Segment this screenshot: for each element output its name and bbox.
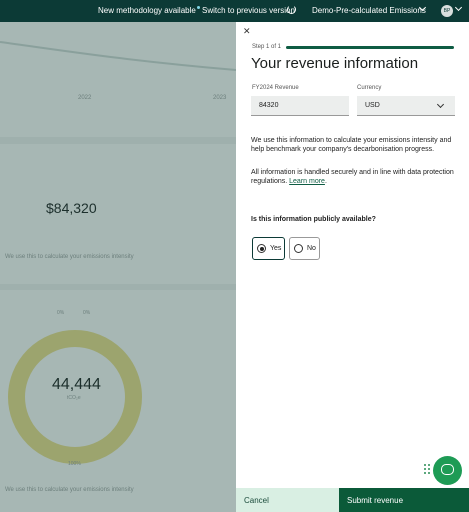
currency-select[interactable]: USD bbox=[357, 96, 455, 116]
radio-unselected-icon bbox=[294, 244, 303, 253]
emissions-donut-card: 0% 0% 44,444 tCO₂e 100% We use this to c… bbox=[0, 290, 236, 512]
notification-dot-icon bbox=[196, 6, 200, 9]
donut-unit: tCO₂e bbox=[67, 395, 81, 401]
new-methodology-link[interactable]: New methodology available bbox=[98, 6, 200, 15]
radio-selected-icon bbox=[257, 244, 266, 253]
chat-button[interactable] bbox=[433, 456, 462, 485]
avatar[interactable]: BP bbox=[441, 5, 453, 17]
year-label: 2022 bbox=[78, 95, 92, 101]
progress-bar bbox=[286, 46, 454, 49]
revenue-drawer: ✕ Step 1 of 1 Your revenue information F… bbox=[236, 22, 469, 512]
donut-label: 0% bbox=[57, 310, 65, 316]
currency-field-label: Currency bbox=[357, 85, 382, 91]
year-label: 2023 bbox=[213, 95, 227, 101]
step-indicator: Step 1 of 1 bbox=[252, 44, 282, 50]
donut-note: We use this to calculate your emissions … bbox=[5, 487, 134, 493]
dashboard-background: 2022 2023 $84,320 We use this to calcula… bbox=[0, 22, 236, 512]
currency-value: USD bbox=[365, 102, 380, 109]
drawer-title: Your revenue information bbox=[251, 55, 419, 72]
chat-icon bbox=[441, 464, 454, 475]
donut-label: 0% bbox=[83, 310, 91, 316]
org-selector[interactable]: Demo-Pre-calculated Emissions bbox=[312, 6, 426, 15]
revenue-field-label: FY2024 Revenue bbox=[252, 85, 299, 91]
revenue-note: We use this to calculate your emissions … bbox=[5, 254, 134, 260]
top-bar: New methodology available Switch to prev… bbox=[0, 0, 469, 22]
emissions-chart-card: 2022 2023 bbox=[0, 22, 236, 137]
radio-label-yes: Yes bbox=[270, 245, 282, 252]
radio-label-no: No bbox=[307, 245, 316, 252]
drawer-footer: Cancel Submit revenue bbox=[236, 488, 469, 512]
chevron-down-icon bbox=[436, 100, 445, 109]
avatar-chevron-down-icon[interactable] bbox=[454, 3, 463, 12]
refresh-icon[interactable] bbox=[287, 5, 296, 14]
revenue-value: $84,320 bbox=[46, 200, 97, 216]
donut-value: 44,444 bbox=[52, 376, 101, 393]
switch-version-link[interactable]: Switch to previous version bbox=[202, 6, 295, 15]
donut-label: 100% bbox=[68, 461, 81, 467]
revenue-input[interactable]: 84320 bbox=[251, 96, 349, 116]
close-icon[interactable]: ✕ bbox=[243, 26, 251, 37]
security-paragraph: All information is handled securely and … bbox=[251, 169, 454, 185]
cancel-button[interactable]: Cancel bbox=[236, 488, 339, 512]
learn-more-link[interactable]: Learn more bbox=[289, 178, 325, 185]
trend-line bbox=[0, 41, 236, 71]
submit-revenue-button[interactable]: Submit revenue bbox=[339, 488, 469, 512]
public-question: Is this information publicly available? bbox=[251, 216, 376, 223]
revenue-card: $84,320 We use this to calculate your em… bbox=[0, 144, 236, 284]
drag-handle-icon[interactable] bbox=[424, 464, 430, 475]
radio-option-yes[interactable]: Yes bbox=[252, 237, 285, 260]
info-paragraph: We use this information to calculate you… bbox=[251, 137, 452, 153]
radio-option-no[interactable]: No bbox=[289, 237, 320, 260]
